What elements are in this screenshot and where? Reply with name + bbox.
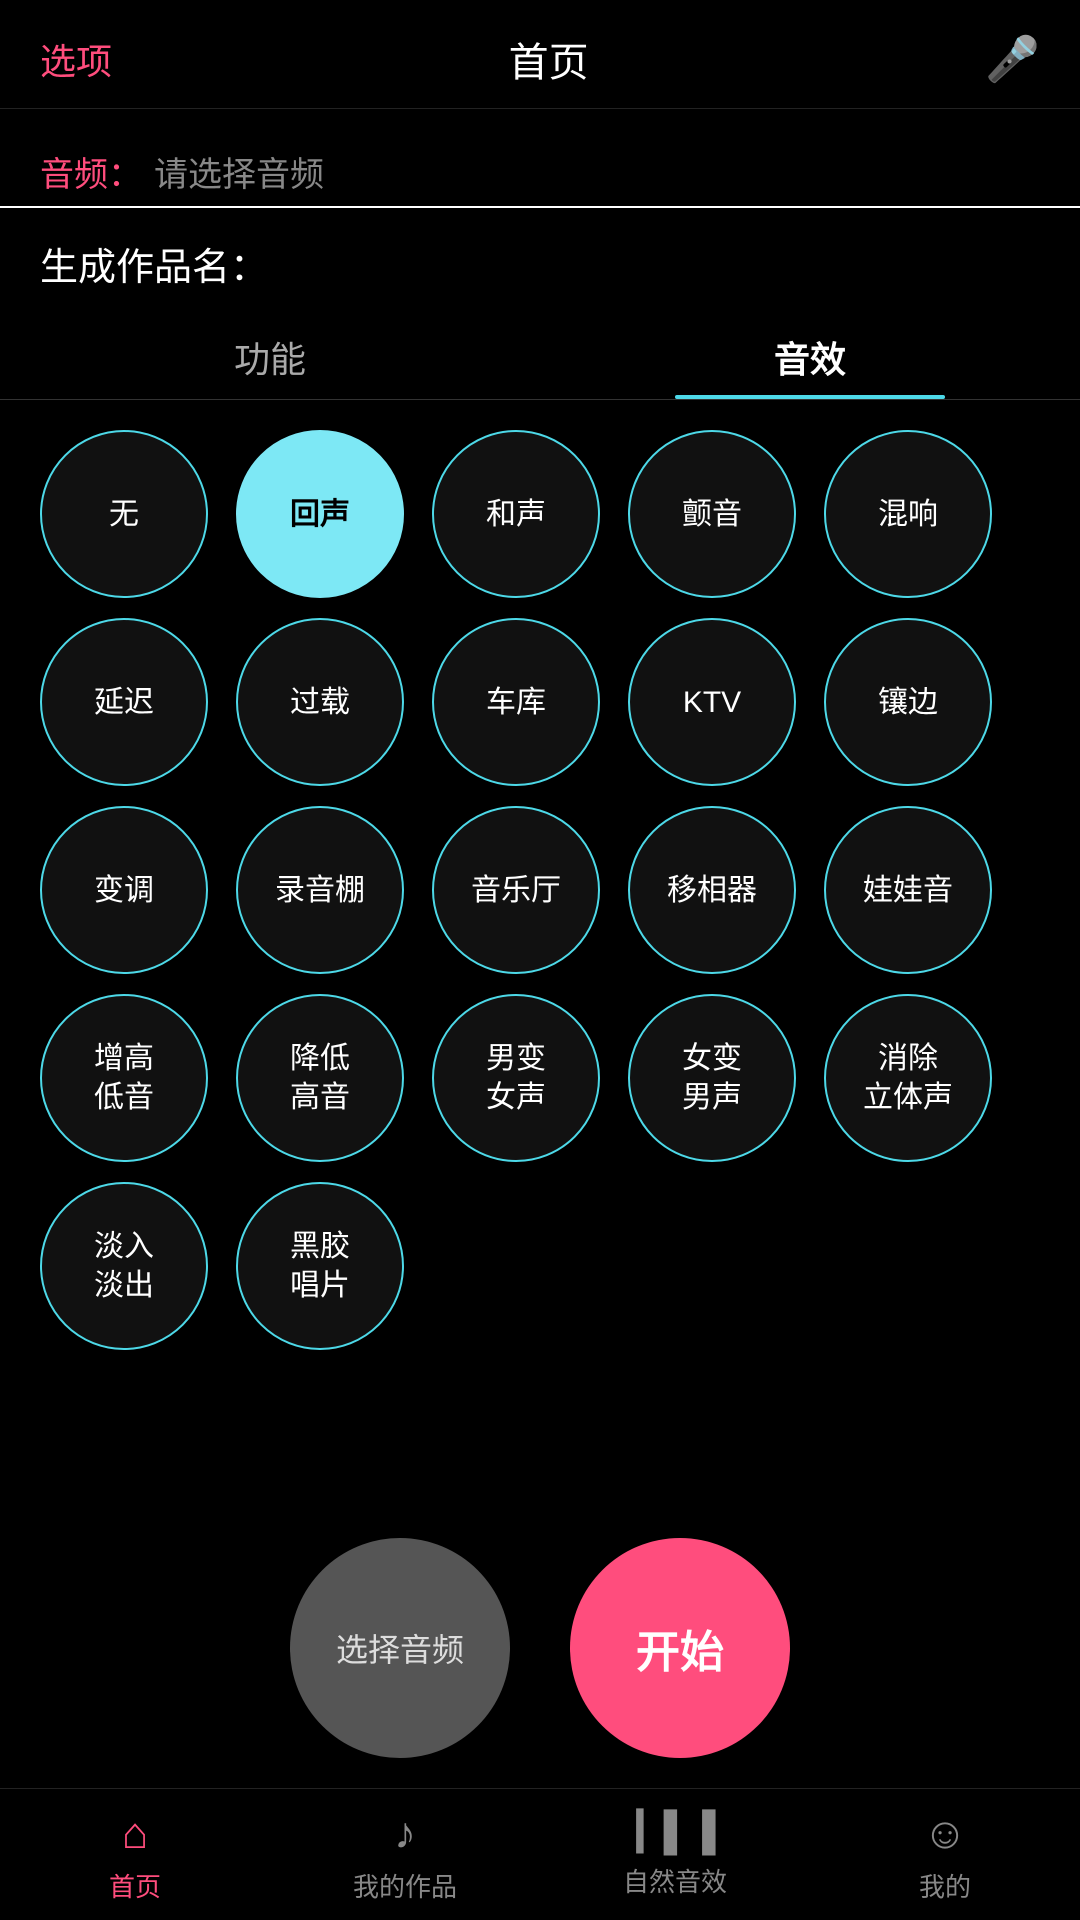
effect-garage[interactable]: 车库 bbox=[432, 618, 600, 786]
effect-studio[interactable]: 录音棚 bbox=[236, 806, 404, 974]
nav-home-label: 首页 bbox=[109, 1867, 161, 1904]
mic-icon[interactable]: 🎤 bbox=[985, 33, 1040, 85]
effect-phaser[interactable]: 移相器 bbox=[628, 806, 796, 974]
effect-delay[interactable]: 延迟 bbox=[40, 618, 208, 786]
effect-treble-cut[interactable]: 降低 高音 bbox=[236, 994, 404, 1162]
options-button[interactable]: 选项 bbox=[40, 33, 112, 85]
effect-pitch[interactable]: 变调 bbox=[40, 806, 208, 974]
nav-natural-effects-label: 自然音效 bbox=[623, 1862, 727, 1899]
audio-row[interactable]: 音频： 请选择音频 bbox=[0, 119, 1080, 208]
header: 选项 首页 🎤 bbox=[0, 0, 1080, 109]
effect-hall[interactable]: 音乐厅 bbox=[432, 806, 600, 974]
effect-reverb[interactable]: 混响 bbox=[824, 430, 992, 598]
page-title: 首页 bbox=[509, 30, 589, 88]
nav-my-works-label: 我的作品 bbox=[353, 1867, 457, 1904]
effect-male-to-female[interactable]: 男变 女声 bbox=[432, 994, 600, 1162]
nav-my-works[interactable]: ♪ 我的作品 bbox=[270, 1809, 540, 1904]
select-audio-button[interactable]: 选择音频 bbox=[290, 1538, 510, 1758]
home-icon: ⌂ bbox=[122, 1809, 149, 1859]
effect-baby[interactable]: 娃娃音 bbox=[824, 806, 992, 974]
user-icon: ☺ bbox=[923, 1809, 968, 1859]
effect-fade[interactable]: 淡入 淡出 bbox=[40, 1182, 208, 1350]
nav-home[interactable]: ⌂ 首页 bbox=[0, 1809, 270, 1904]
bottom-nav: ⌂ 首页 ♪ 我的作品 ▎▌▐ 自然音效 ☺ 我的 bbox=[0, 1788, 1080, 1920]
effects-row-5: 淡入 淡出 黑胶 唱片 bbox=[40, 1182, 1040, 1350]
tab-effects[interactable]: 音效 bbox=[540, 311, 1080, 399]
effect-echo[interactable]: 回声 bbox=[236, 430, 404, 598]
effect-female-to-male[interactable]: 女变 男声 bbox=[628, 994, 796, 1162]
nav-natural-effects[interactable]: ▎▌▐ 自然音效 bbox=[540, 1809, 810, 1904]
nav-mine-label: 我的 bbox=[919, 1867, 971, 1904]
work-name-label: 生成作品名： bbox=[40, 247, 268, 289]
bar-chart-icon: ▎▌▐ bbox=[636, 1809, 713, 1854]
effect-overdrive[interactable]: 过载 bbox=[236, 618, 404, 786]
effect-none[interactable]: 无 bbox=[40, 430, 208, 598]
effect-remove-stereo[interactable]: 消除 立体声 bbox=[824, 994, 992, 1162]
effect-vinyl[interactable]: 黑胶 唱片 bbox=[236, 1182, 404, 1350]
effect-ktv[interactable]: KTV bbox=[628, 618, 796, 786]
effect-edge[interactable]: 镶边 bbox=[824, 618, 992, 786]
effects-row-1: 无 回声 和声 颤音 混响 bbox=[40, 430, 1040, 598]
effects-row-4: 增高 低音 降低 高音 男变 女声 女变 男声 消除 立体声 bbox=[40, 994, 1040, 1162]
tab-function[interactable]: 功能 bbox=[0, 311, 540, 399]
nav-mine[interactable]: ☺ 我的 bbox=[810, 1809, 1080, 1904]
audio-label: 音频： bbox=[40, 147, 142, 196]
effects-grid: 无 回声 和声 颤音 混响 延迟 过载 车库 KTV 镶边 变调 录音棚 音乐厅… bbox=[0, 400, 1080, 1498]
audio-placeholder: 请选择音频 bbox=[154, 147, 324, 196]
effect-bass-boost[interactable]: 增高 低音 bbox=[40, 994, 208, 1162]
effect-harmony[interactable]: 和声 bbox=[432, 430, 600, 598]
action-row: 选择音频 开始 bbox=[0, 1498, 1080, 1788]
effect-tremolo[interactable]: 颤音 bbox=[628, 430, 796, 598]
work-name-row: 生成作品名： bbox=[0, 208, 1080, 301]
music-note-icon: ♪ bbox=[394, 1809, 416, 1859]
start-button[interactable]: 开始 bbox=[570, 1538, 790, 1758]
tabs: 功能 音效 bbox=[0, 311, 1080, 400]
effects-row-3: 变调 录音棚 音乐厅 移相器 娃娃音 bbox=[40, 806, 1040, 974]
effects-row-2: 延迟 过载 车库 KTV 镶边 bbox=[40, 618, 1040, 786]
